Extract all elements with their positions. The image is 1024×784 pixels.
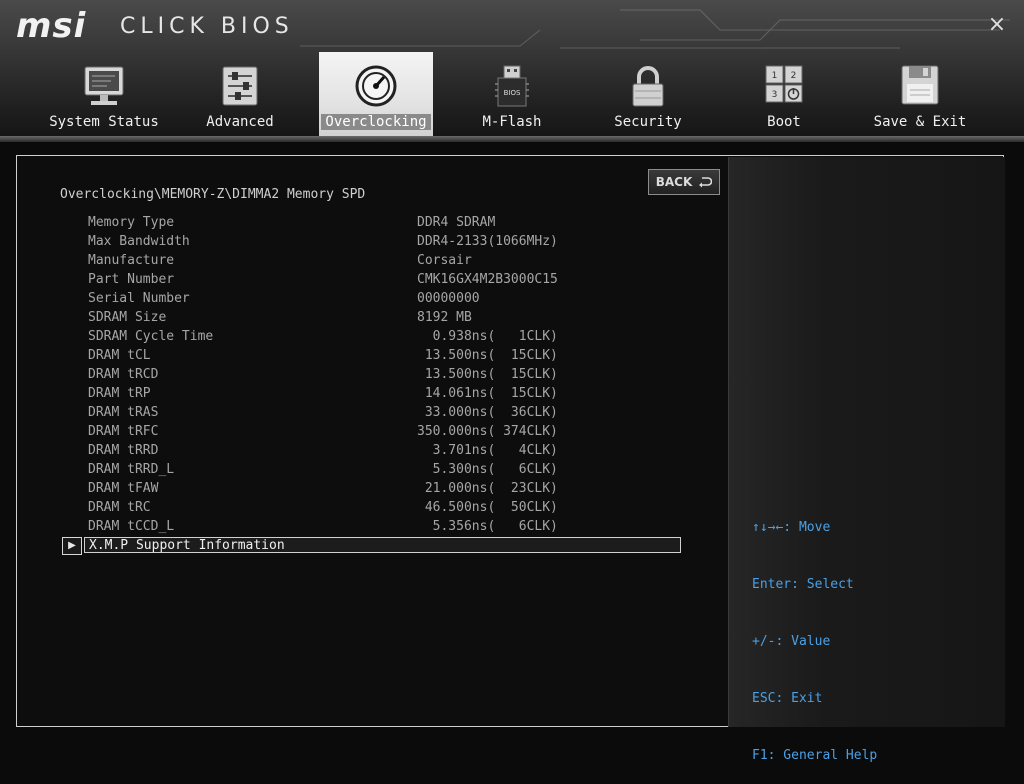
tab-boot[interactable]: 1 2 3 Boot xyxy=(727,52,841,140)
header-divider xyxy=(0,136,1024,142)
tab-m-flash[interactable]: BIOS M-Flash xyxy=(455,52,569,140)
back-button-label: BACK xyxy=(655,175,693,189)
header-bar: msi CLICK BIOS × System Status Advanced xyxy=(0,0,1024,142)
padlock-icon xyxy=(632,66,664,107)
back-button[interactable]: BACK xyxy=(648,169,720,195)
spd-key: DRAM tRFC xyxy=(88,424,159,439)
spd-key: Max Bandwidth xyxy=(88,234,190,249)
spd-value: DDR4 SDRAM xyxy=(417,215,496,230)
spd-key: Manufacture xyxy=(88,253,175,268)
tab-label: Overclocking xyxy=(321,114,431,130)
tab-label: Boot xyxy=(767,114,801,130)
spd-key: DRAM tFAW xyxy=(88,481,159,496)
spd-key: DRAM tRC xyxy=(88,500,151,515)
spd-row: SDRAM Cycle Time 0.938ns( 1CLK) xyxy=(0,328,700,347)
spd-row: DRAM tRRD 3.701ns( 4CLK) xyxy=(0,442,700,461)
tab-save-exit[interactable]: Save & Exit xyxy=(863,52,977,140)
help-line-general-help: F1: General Help xyxy=(752,748,878,763)
boot-order-icon: 1 2 3 xyxy=(765,65,803,103)
tab-label: System Status xyxy=(49,114,159,130)
tab-label: Advanced xyxy=(206,114,274,130)
key-help: ↑↓→←: Move Enter: Select +/-: Value ESC:… xyxy=(752,480,877,784)
spd-value: CMK16GX4M2B3000C15 xyxy=(417,272,558,287)
tab-advanced[interactable]: Advanced xyxy=(183,52,297,140)
spd-value: 14.061ns( 15CLK) xyxy=(417,386,558,401)
spd-row: DRAM tRP 14.061ns( 15CLK) xyxy=(0,385,700,404)
spd-value: 00000000 xyxy=(417,291,480,306)
help-line-value: +/-: Value xyxy=(752,634,831,649)
spd-key: DRAM tRCD xyxy=(88,367,159,382)
spd-value: 3.701ns( 4CLK) xyxy=(417,443,558,458)
spd-key: Part Number xyxy=(88,272,175,287)
tab-system-status[interactable]: System Status xyxy=(47,52,161,140)
spd-key: Memory Type xyxy=(88,215,175,230)
xmp-support-label[interactable]: X.M.P Support Information xyxy=(84,537,681,553)
spd-row: DRAM tRCD 13.500ns( 15CLK) xyxy=(0,366,700,385)
spd-key: DRAM tRRD xyxy=(88,443,159,458)
help-line-exit: ESC: Exit xyxy=(752,691,823,706)
spd-key: Serial Number xyxy=(88,291,190,306)
tab-security[interactable]: Security xyxy=(591,52,705,140)
spd-row: Memory Type DDR4 SDRAM xyxy=(0,214,700,233)
spd-value: 13.500ns( 15CLK) xyxy=(417,348,558,363)
spd-row: DRAM tRC 46.500ns( 50CLK) xyxy=(0,499,700,518)
spd-row: DRAM tRAS 33.000ns( 36CLK) xyxy=(0,404,700,423)
spd-key: DRAM tRAS xyxy=(88,405,159,420)
spd-row: Manufacture Corsair xyxy=(0,252,700,271)
spd-row: Serial Number 00000000 xyxy=(0,290,700,309)
spd-value: 350.000ns( 374CLK) xyxy=(417,424,558,439)
spd-row: Max Bandwidth DDR4-2133(1066MHz) xyxy=(0,233,700,252)
spd-key: SDRAM Cycle Time xyxy=(88,329,214,344)
spd-key: DRAM tCCD_L xyxy=(88,519,175,534)
spd-value: 5.300ns( 6CLK) xyxy=(417,462,558,477)
tab-label: Security xyxy=(614,114,682,130)
svg-text:BIOS: BIOS xyxy=(504,89,521,97)
svg-text:2: 2 xyxy=(791,71,797,81)
spd-value: 33.000ns( 36CLK) xyxy=(417,405,558,420)
spd-row: DRAM tRRD_L 5.300ns( 6CLK) xyxy=(0,461,700,480)
spd-value: 13.500ns( 15CLK) xyxy=(417,367,558,382)
floppy-icon xyxy=(901,65,939,105)
sliders-icon xyxy=(222,66,258,106)
spd-value: DDR4-2133(1066MHz) xyxy=(417,234,558,249)
spd-value: 0.938ns( 1CLK) xyxy=(417,329,558,344)
spd-value: 46.500ns( 50CLK) xyxy=(417,500,558,515)
gauge-icon xyxy=(355,65,397,107)
xmp-support-item[interactable]: ▶ X.M.P Support Information xyxy=(62,537,682,555)
spd-key: DRAM tRRD_L xyxy=(88,462,175,477)
spd-key: DRAM tCL xyxy=(88,348,151,363)
spd-value: 8192 MB xyxy=(417,310,472,325)
help-line-select: Enter: Select xyxy=(752,577,854,592)
usb-bios-icon: BIOS xyxy=(495,65,529,107)
svg-text:3: 3 xyxy=(772,90,778,100)
monitor-icon xyxy=(84,66,124,105)
spd-value: 21.000ns( 23CLK) xyxy=(417,481,558,496)
spd-value: 5.356ns( 6CLK) xyxy=(417,519,558,534)
breadcrumb: Overclocking\MEMORY-Z\DIMMA2 Memory SPD xyxy=(60,187,366,202)
spd-row: SDRAM Size 8192 MB xyxy=(0,309,700,328)
submenu-arrow-icon: ▶ xyxy=(62,537,82,555)
tab-label: M-Flash xyxy=(482,114,542,130)
click-bios-title: CLICK BIOS xyxy=(120,14,294,39)
spd-value: Corsair xyxy=(417,253,472,268)
spd-row: DRAM tCCD_L 5.356ns( 6CLK) xyxy=(0,518,700,537)
spd-row: DRAM tCL 13.500ns( 15CLK) xyxy=(0,347,700,366)
spd-key: DRAM tRP xyxy=(88,386,151,401)
spd-key: SDRAM Size xyxy=(88,310,167,325)
spd-row: DRAM tRFC 350.000ns( 374CLK) xyxy=(0,423,700,442)
tab-overclocking[interactable]: Overclocking xyxy=(319,52,433,140)
help-line-move: ↑↓→←: Move xyxy=(752,520,831,535)
spd-row: DRAM tFAW 21.000ns( 23CLK) xyxy=(0,480,700,499)
back-arrow-icon xyxy=(699,177,713,188)
tab-label: Save & Exit xyxy=(873,114,967,130)
spd-row: Part Number CMK16GX4M2B3000C15 xyxy=(0,271,700,290)
msi-logo: msi xyxy=(16,6,87,46)
close-button[interactable]: × xyxy=(985,13,1009,37)
svg-text:1: 1 xyxy=(772,71,778,81)
main-nav: System Status Advanced Overclocking BIOS… xyxy=(0,52,1024,140)
